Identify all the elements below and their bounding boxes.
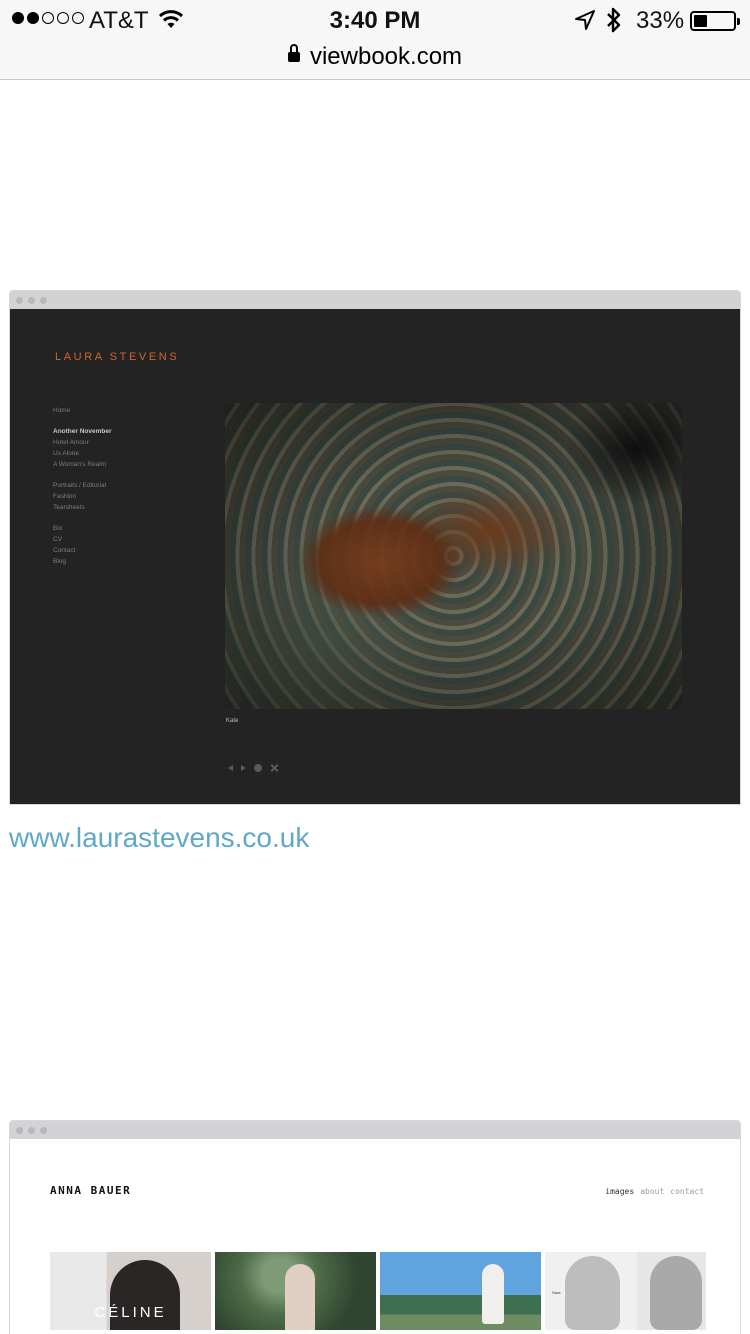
thumbnail [380, 1252, 541, 1330]
nav-item: Portraits / Editorial [53, 482, 107, 489]
site-preview-anna-bauer: ANNA BAUER images about contact CÉLINE S… [9, 1120, 741, 1334]
site-logo: LAURA STEVENS [55, 351, 180, 363]
nav-item: Contact [53, 547, 76, 554]
fullscreen-icon [270, 764, 278, 772]
photo-caption: Kate [226, 718, 239, 724]
thumbnail-text: CÉLINE [94, 1304, 167, 1321]
mock-window-bar [10, 291, 740, 309]
nav-item: Another November [53, 428, 112, 435]
nav-item-images: images [605, 1187, 635, 1196]
nav-item: Fashion [53, 493, 77, 500]
featured-photo [225, 403, 682, 709]
site-nav: images about contact [605, 1187, 704, 1196]
address-bar[interactable]: viewbook.com [0, 40, 750, 74]
nav-item-contact: contact [670, 1187, 704, 1196]
status-bar: AT&T 3:40 PM 33% [0, 0, 750, 40]
nav-item: Hotel Amour [53, 439, 89, 446]
nav-item-home: Home [53, 407, 71, 414]
battery-percent: 33% [636, 7, 685, 34]
nav-item: CV [53, 536, 63, 543]
nav-item-about: about [640, 1187, 665, 1196]
nav-item: Us Alone [53, 450, 80, 457]
nav-item: Tearsheets [53, 504, 85, 511]
thumbnail: Sara [545, 1252, 706, 1330]
site-nav: Home Another November Hotel Amour Us Alo… [53, 405, 112, 567]
anna-bauer-site: ANNA BAUER images about contact CÉLINE S… [10, 1139, 740, 1334]
bluetooth-icon [607, 7, 621, 33]
nav-item: A Woman's Realm [53, 461, 107, 468]
thumbnail [215, 1252, 376, 1330]
nav-item: Blog [53, 558, 67, 565]
thumbnail-label: Sara [552, 1290, 561, 1295]
mock-window-bar [10, 1121, 740, 1139]
thumbnail-grid: CÉLINE Sara [50, 1252, 706, 1330]
site-preview-laura-stevens: LAURA STEVENS Home Another November Hote… [9, 290, 741, 805]
slideshow-controls [228, 764, 278, 772]
laura-stevens-link[interactable]: www.laurastevens.co.uk [9, 822, 309, 854]
url-text: viewbook.com [309, 43, 463, 70]
thumbnail: CÉLINE [50, 1252, 211, 1330]
play-icon [254, 764, 262, 772]
battery-icon [690, 11, 740, 31]
browser-top-bar: AT&T 3:40 PM 33% viewbook.com [0, 0, 750, 80]
previous-icon [228, 765, 233, 771]
lock-icon [287, 44, 300, 66]
site-logo: ANNA BAUER [50, 1184, 132, 1197]
location-arrow-icon [575, 10, 595, 30]
next-icon [241, 765, 246, 771]
laura-stevens-site: LAURA STEVENS Home Another November Hote… [10, 309, 740, 804]
nav-item: Bio [53, 525, 63, 532]
